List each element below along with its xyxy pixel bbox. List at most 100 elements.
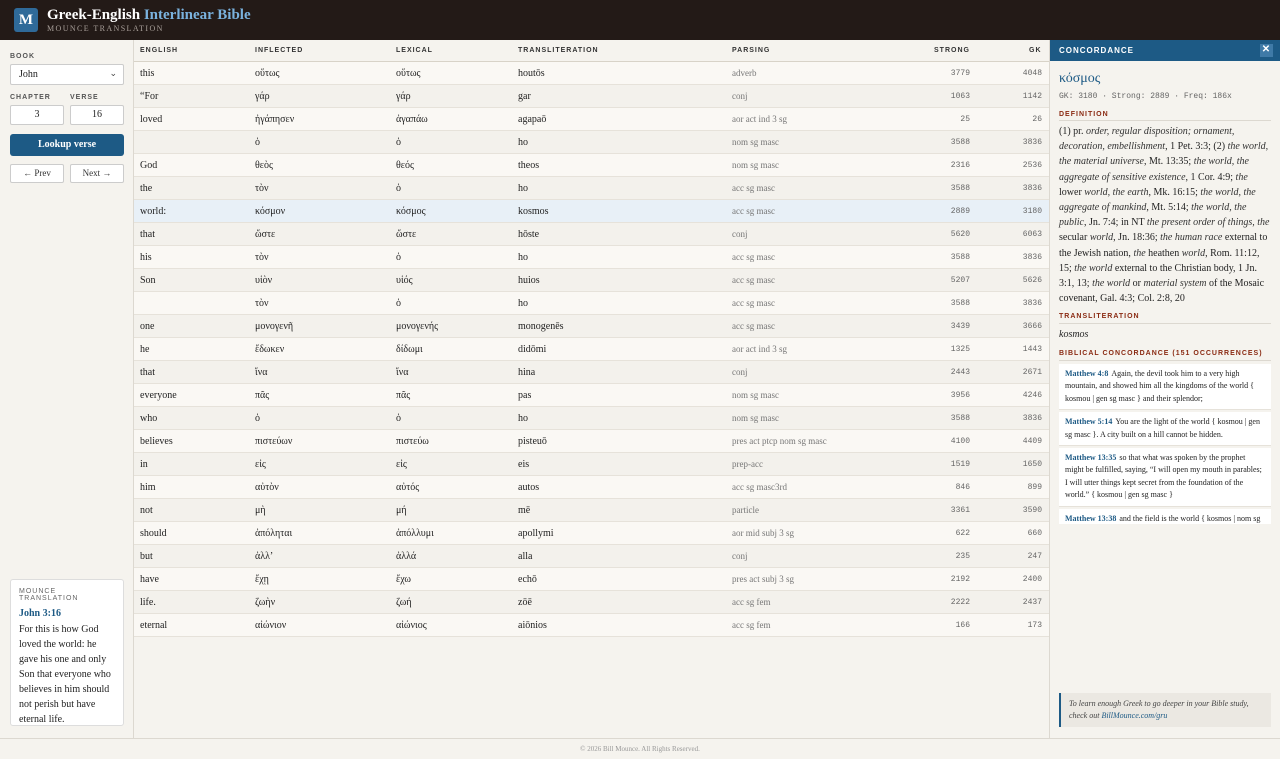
cell-gk: 3836: [1022, 414, 1042, 423]
cell-english: that: [140, 229, 155, 240]
cell-strong: 3361: [950, 506, 970, 515]
table-row[interactable]: God θεὸς θεός theos nom sg masc 2316 2536: [134, 154, 1049, 177]
cell-english: eternal: [140, 620, 168, 631]
cell-gk: 3836: [1022, 299, 1042, 308]
cell-gk: 4246: [1022, 391, 1042, 400]
cell-parsing: acc sg masc: [732, 206, 775, 216]
cell-gk: 3836: [1022, 184, 1042, 193]
prev-button[interactable]: ← Prev: [10, 164, 64, 183]
verse-reference[interactable]: Matthew 5:14: [1065, 417, 1112, 426]
cell-transliteration: gar: [518, 91, 531, 102]
cell-strong: 3588: [950, 184, 970, 193]
table-row[interactable]: his τὸν ὁ ho acc sg masc 3588 3836: [134, 246, 1049, 269]
cell-lexical: ὁ: [396, 298, 401, 309]
table-row[interactable]: should ἀπόληται ἀπόλλυμι apollymi aor mid su…: [134, 522, 1049, 545]
table-row[interactable]: have ἔχῃ ἔχω echō pres act subj 3 sg 2192 2400: [134, 568, 1049, 591]
cell-english: loved: [140, 114, 163, 125]
cell-transliteration: zōē: [518, 597, 532, 608]
concordance-verse[interactable]: Matthew 13:38 and the field is the world …: [1059, 508, 1271, 524]
cell-lexical: κόσμος: [396, 206, 426, 217]
table-row[interactable]: this οὕτως οὕτως houtōs adverb 3779 4048: [134, 62, 1049, 85]
table-row[interactable]: one μονογενῆ μονογενής monogenēs acc sg masc…: [134, 315, 1049, 338]
table-row[interactable]: not μὴ μή mē particle 3361 3590: [134, 499, 1049, 522]
table-row[interactable]: him αὐτὸν αὐτός autos acc sg masc3rd 846 899: [134, 476, 1049, 499]
translation-box: MOUNCE TRANSLATION John 3:16 For this is…: [10, 579, 124, 726]
table-row[interactable]: but ἀλλʼ ἀλλά alla conj 235 247: [134, 545, 1049, 568]
cell-strong: 622: [955, 529, 970, 538]
section-divider: [1059, 120, 1271, 121]
close-icon[interactable]: ✕: [1260, 44, 1273, 57]
table-row[interactable]: everyone πᾶς πᾶς pas nom sg masc 3956 4246: [134, 384, 1049, 407]
cell-strong: 2192: [950, 575, 970, 584]
table-row[interactable]: he ἔδωκεν δίδωμι didōmi aor act ind 3 sg 1325…: [134, 338, 1049, 361]
book-select[interactable]: John ⌄: [10, 64, 124, 85]
cell-inflected: ἀπόληται: [255, 528, 293, 539]
chevron-down-icon: ⌄: [109, 68, 117, 78]
verse-input[interactable]: 16: [70, 105, 124, 125]
table-row[interactable]: τὸν ὁ ho acc sg masc 3588 3836: [134, 292, 1049, 315]
cell-transliteration: aiōnios: [518, 620, 547, 631]
cell-transliteration: echō: [518, 574, 537, 585]
concordance-verse[interactable]: Matthew 13:35 so that what was spoken by …: [1059, 448, 1271, 507]
cell-gk: 6063: [1022, 230, 1042, 239]
cell-gk: 173: [1027, 621, 1042, 630]
cell-inflected: υἱὸν: [255, 275, 273, 286]
chapter-input[interactable]: 3: [10, 105, 64, 125]
cell-strong: 3588: [950, 253, 970, 262]
cell-strong: 2222: [950, 598, 970, 607]
cell-english: in: [140, 459, 148, 470]
table-row[interactable]: ὁ ὁ ho nom sg masc 3588 3836: [134, 131, 1049, 154]
cell-english: God: [140, 160, 158, 171]
cell-english: have: [140, 574, 159, 585]
lookup-verse-button[interactable]: Lookup verse: [10, 134, 124, 156]
cell-strong: 1519: [950, 460, 970, 469]
chapter-label: CHAPTER: [10, 94, 51, 101]
cell-parsing: acc sg masc: [732, 321, 775, 331]
concordance-verse[interactable]: Matthew 4:8 Again, the devil took him to …: [1059, 364, 1271, 411]
cell-inflected: ἔχῃ: [255, 574, 269, 585]
cell-english: that: [140, 367, 155, 378]
cell-transliteration: ho: [518, 137, 528, 148]
cell-inflected: ἔδωκεν: [255, 344, 285, 355]
table-row[interactable]: loved ἠγάπησεν ἀγαπάω agapaō aor act ind 3 s…: [134, 108, 1049, 131]
table-row[interactable]: that ἵνα ἵνα hina conj 2443 2671: [134, 361, 1049, 384]
table-row[interactable]: life. ζωὴν ζωή zōē acc sg fem 2222 2437: [134, 591, 1049, 614]
cell-lexical: γάρ: [396, 91, 411, 102]
table-row[interactable]: “For γάρ γάρ gar conj 1063 1142: [134, 85, 1049, 108]
logo-icon[interactable]: M: [14, 8, 38, 32]
cell-english: one: [140, 321, 155, 332]
table-row[interactable]: that ὥστε ὥστε hōste conj 5620 6063: [134, 223, 1049, 246]
cell-transliteration: agapaō: [518, 114, 547, 125]
header-english: ENGLISH: [140, 47, 179, 54]
promo-link[interactable]: BillMounce.com/gru: [1101, 711, 1167, 720]
cell-english: but: [140, 551, 153, 562]
header-strong: STRONG: [934, 47, 970, 54]
cell-transliteration: huios: [518, 275, 540, 286]
cell-strong: 3588: [950, 299, 970, 308]
next-button[interactable]: Next →: [70, 164, 124, 183]
cell-inflected: ἀλλʼ: [255, 551, 274, 562]
table-row[interactable]: world: κόσμον κόσμος kosmos acc sg masc 2889 3…: [134, 200, 1049, 223]
cell-lexical: ζωή: [396, 597, 412, 608]
verse-reference[interactable]: Matthew 13:35: [1065, 453, 1116, 462]
lemma: κόσμος: [1059, 71, 1101, 86]
cell-parsing: aor act ind 3 sg: [732, 344, 787, 354]
concordance-verse[interactable]: Matthew 5:14 You are the light of the wor…: [1059, 412, 1271, 447]
concordance-verse-list[interactable]: Matthew 4:8 Again, the devil took him to …: [1059, 364, 1271, 524]
cell-gk: 2671: [1022, 368, 1042, 377]
cell-lexical: ἔχω: [396, 574, 411, 585]
cell-transliteration: ho: [518, 298, 528, 309]
verse-reference[interactable]: Matthew 13:38: [1065, 514, 1116, 523]
table-row[interactable]: in εἰς εἰς eis prep-acc 1519 1650: [134, 453, 1049, 476]
verse-reference[interactable]: Matthew 4:8: [1065, 369, 1108, 378]
interlinear-table: ENGLISH INFLECTED LEXICAL TRANSLITERATIO…: [134, 40, 1049, 738]
table-row[interactable]: who ὁ ὁ ho nom sg masc 3588 3836: [134, 407, 1049, 430]
cell-transliteration: autos: [518, 482, 540, 493]
table-row[interactable]: eternal αἰώνιον αἰώνιος aiōnios acc sg fem 16…: [134, 614, 1049, 637]
table-row[interactable]: Son υἱὸν υἱός huios acc sg masc 5207 5626: [134, 269, 1049, 292]
cell-parsing: nom sg masc: [732, 160, 779, 170]
table-row[interactable]: the τὸν ὁ ho acc sg masc 3588 3836: [134, 177, 1049, 200]
cell-inflected: τὸν: [255, 252, 269, 263]
table-row[interactable]: believes πιστεύων πιστεύω pisteuō pres act p…: [134, 430, 1049, 453]
cell-inflected: ὁ: [255, 137, 260, 148]
